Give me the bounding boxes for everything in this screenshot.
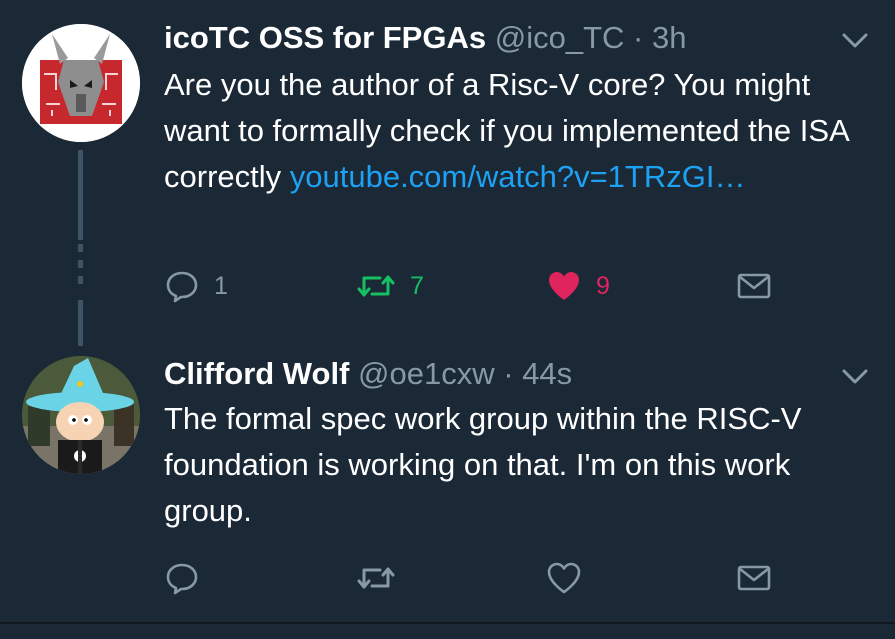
author-name[interactable]: Clifford Wolf xyxy=(164,356,349,391)
timestamp[interactable]: 3h xyxy=(652,20,686,55)
thread-line-dot xyxy=(78,260,83,268)
tweet-link[interactable]: youtube.com/watch?v=1TRzGI… xyxy=(290,159,746,194)
divider xyxy=(0,622,895,624)
like-button[interactable] xyxy=(546,558,596,598)
tweet-header: Clifford Wolf @oe1cxw · 44s xyxy=(164,354,572,394)
chevron-down-icon[interactable] xyxy=(841,368,869,386)
tweet-text: The formal spec work group within the RI… xyxy=(164,401,802,528)
reply-button[interactable] xyxy=(164,558,214,598)
heart-icon xyxy=(549,272,579,300)
thread-line-dot xyxy=(78,276,83,284)
separator: · xyxy=(633,20,644,55)
retweet-button[interactable] xyxy=(356,558,410,598)
tweet[interactable]: Clifford Wolf @oe1cxw · 44s The formal s… xyxy=(0,320,895,620)
author-handle[interactable]: @oe1cxw xyxy=(358,356,495,391)
tweet-header: icoTC OSS for FPGAs @ico_TC · 3h xyxy=(164,18,686,58)
reply-count: 1 xyxy=(214,271,228,300)
author-name[interactable]: icoTC OSS for FPGAs xyxy=(164,20,486,55)
wizard-cartoon-avatar[interactable] xyxy=(22,356,140,474)
author-handle[interactable]: @ico_TC xyxy=(495,20,625,55)
thread-line-dot xyxy=(78,244,83,252)
retweet-button[interactable]: 7 xyxy=(356,266,424,306)
tweet-actions: 1 7 9 xyxy=(164,266,874,306)
chevron-down-icon[interactable] xyxy=(841,32,869,50)
tweet[interactable]: icoTC OSS for FPGAs @ico_TC · 3h Are you… xyxy=(0,0,895,346)
retweet-count: 7 xyxy=(410,271,424,300)
heart-icon xyxy=(547,562,581,594)
reply-icon xyxy=(166,271,198,303)
retweet-icon xyxy=(357,275,395,297)
reply-button[interactable]: 1 xyxy=(164,266,228,306)
separator: · xyxy=(503,356,514,391)
envelope-icon xyxy=(737,565,771,591)
reply-icon xyxy=(166,563,198,595)
tweet-text: Are you the author of a Risc-V core? You… xyxy=(164,62,874,200)
retweet-icon xyxy=(357,567,395,589)
circuit-goat-logo-avatar[interactable] xyxy=(22,24,140,142)
direct-message-button[interactable] xyxy=(736,558,772,598)
timestamp[interactable]: 44s xyxy=(522,356,572,391)
like-count: 9 xyxy=(596,271,610,300)
like-button[interactable]: 9 xyxy=(546,266,610,306)
thread-line xyxy=(78,150,83,240)
avatar-logo-icon xyxy=(22,24,140,142)
avatar-wizard-icon xyxy=(22,356,140,474)
tweet-actions xyxy=(164,558,874,598)
envelope-icon xyxy=(737,273,771,299)
direct-message-button[interactable] xyxy=(736,266,772,306)
